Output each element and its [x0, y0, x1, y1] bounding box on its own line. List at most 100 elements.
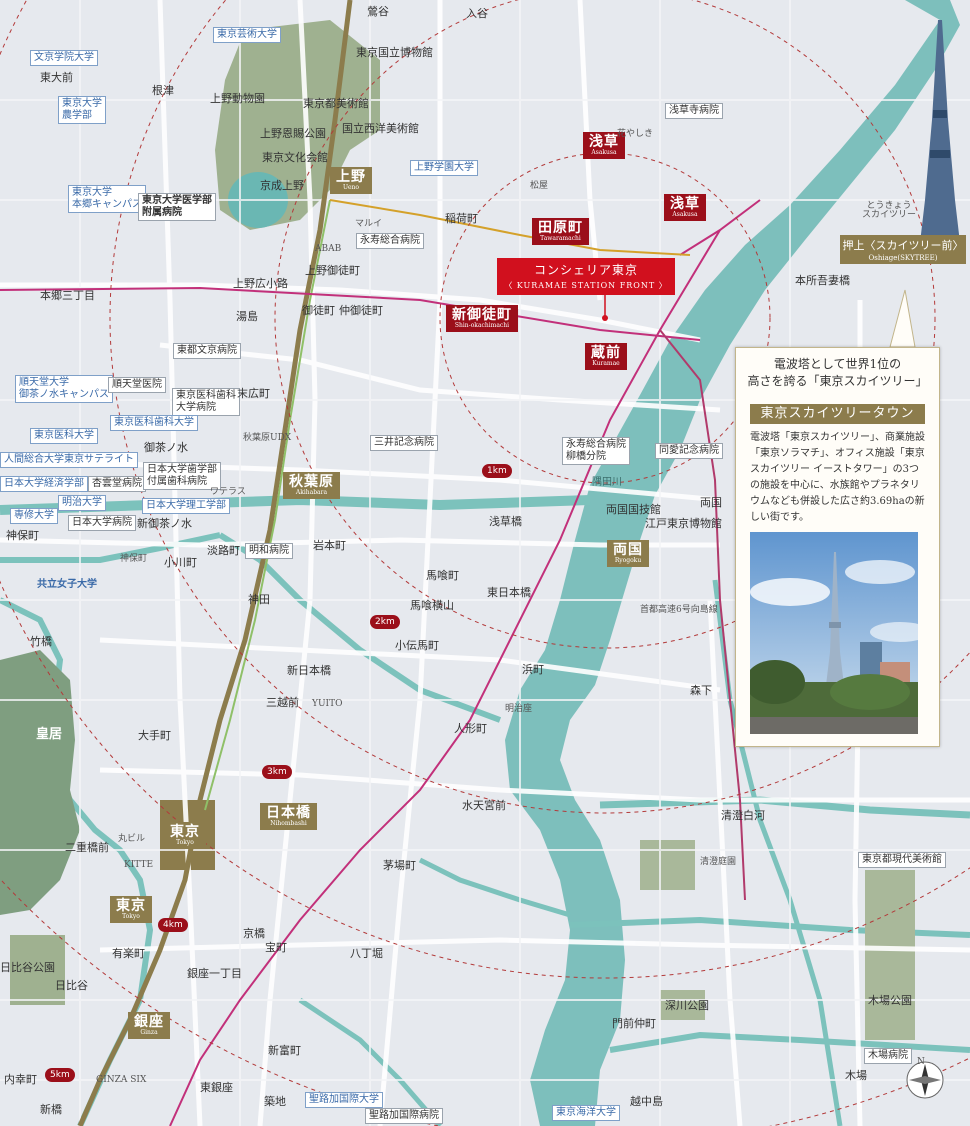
map-label: YUITO — [312, 699, 343, 709]
station-akihabara[interactable]: 秋葉原 Akihabara — [283, 472, 340, 499]
landmark-box[interactable]: 東京医科歯科大学 — [110, 415, 198, 431]
landmark-box[interactable]: 順天堂医院 — [108, 377, 166, 393]
panel-pointer — [889, 289, 916, 348]
station-ginza-jp: 銀座 — [134, 1014, 164, 1030]
landmark-box[interactable]: 上野学園大学 — [410, 160, 478, 176]
map-label: 両国国技館 — [606, 503, 661, 516]
map-label: 上野広小路 — [233, 277, 288, 290]
map-label: 浜町 — [522, 663, 544, 676]
map-label: 越中島 — [630, 1095, 663, 1108]
map-label: 日比谷公園 — [0, 961, 55, 974]
map-label: 門前仲町 — [612, 1017, 656, 1030]
landmark-box[interactable]: 東京大学 本郷キャンパス — [68, 185, 146, 213]
map-label: 御徒町 — [302, 304, 335, 317]
landmark-box[interactable]: 東都文京病院 — [173, 343, 241, 359]
station-ueno[interactable]: 上野 Ueno — [330, 167, 372, 194]
landmark-box[interactable]: 杏雲堂病院 — [88, 476, 146, 492]
landmark-box[interactable]: 聖路加国際大学 — [305, 1092, 383, 1108]
station-asakusa-1-jp: 浅草 — [589, 134, 619, 150]
map-label: 丸ビル — [118, 834, 146, 844]
map-label: 上野御徒町 — [305, 264, 360, 277]
landmark-box[interactable]: 明和病院 — [245, 543, 293, 559]
landmark-box[interactable]: 永寿総合病院 柳橋分院 — [562, 437, 630, 465]
landmark-box[interactable]: 東京大学医学部 附属病院 — [138, 193, 216, 221]
target-building-name: コンシェリア東京 — [533, 263, 638, 277]
station-asakusa-1-en: Asakusa — [591, 149, 617, 156]
station-ginza[interactable]: 銀座 Ginza — [128, 1012, 170, 1039]
station-asakusa-2-jp: 浅草 — [670, 196, 700, 212]
imperial-palace — [0, 650, 80, 915]
landmark-box[interactable]: 東京海洋大学 — [552, 1105, 620, 1121]
station-tokyo-2-en: Tokyo — [122, 913, 140, 920]
landmark-box[interactable]: 共立女子大学 — [34, 578, 100, 592]
landmark-box[interactable]: 永寿総合病院 — [356, 233, 424, 249]
station-ueno-en: Ueno — [342, 184, 360, 191]
skytree-photo — [750, 532, 918, 734]
station-nihombashi-en: Nihombashi — [270, 820, 307, 827]
landmark-box[interactable]: 浅草寺病院 — [665, 103, 723, 119]
map-label: 神保町 — [6, 529, 39, 542]
station-kuramae[interactable]: 蔵前 Kuramae — [585, 343, 627, 370]
map-label: 三越前 — [266, 696, 299, 709]
landmark-box[interactable]: 三井記念病院 — [370, 435, 438, 451]
map-label: 森下 — [690, 684, 712, 697]
landmark-box[interactable]: 日本大学理工学部 — [142, 498, 230, 514]
panel-body: 電波塔「東京スカイツリー」、商業施設「東京ソラマチ」、オフィス施設「東京スカイツ… — [750, 432, 925, 523]
map-label: 淡路町 — [207, 544, 240, 557]
compass-north-label: N — [917, 1057, 925, 1067]
map-label: 新日本橋 — [287, 664, 331, 677]
map-label: とうきょう スカイツリー — [862, 201, 917, 220]
station-nihombashi[interactable]: 日本橋 Nihombashi — [260, 803, 317, 830]
station-kuramae-jp: 蔵前 — [591, 345, 621, 361]
landmark-box[interactable]: 日本大学病院 — [68, 515, 136, 531]
map-label: 新御茶ノ水 — [137, 517, 192, 530]
map-label: 東京都美術館 — [303, 97, 369, 110]
station-asakusa-2[interactable]: 浅草 Asakusa — [664, 194, 706, 221]
landmark-box[interactable]: 日本大学経済学部 — [0, 476, 88, 492]
map-label: 本所吾妻橋 — [795, 274, 850, 287]
station-oshiage[interactable]: 押上〈スカイツリー前〉 Oshiage(SKYTREE) — [840, 235, 966, 264]
landmark-box[interactable]: 文京学院大学 — [30, 50, 98, 66]
station-tokyo-2[interactable]: 東京 Tokyo — [110, 896, 152, 923]
landmark-box[interactable]: 東京大学 農学部 — [58, 96, 106, 124]
station-ryogoku[interactable]: 両国 Ryogoku — [607, 540, 649, 567]
map-label: 東京文化会館 — [262, 151, 328, 164]
landmark-box[interactable]: 日本大学歯学部 付属歯科病院 — [143, 462, 221, 490]
landmark-box[interactable]: 人間総合大学東京サテライト — [0, 452, 138, 468]
map-label: 神保町 — [120, 554, 148, 564]
map-label: 茅場町 — [383, 859, 416, 872]
station-tokyo-2-jp: 東京 — [116, 898, 146, 914]
landmark-box[interactable]: 木場病院 — [864, 1048, 912, 1064]
map-label: 東京国立博物館 — [356, 46, 433, 59]
map-label: KITTE — [124, 860, 154, 870]
map-label: 人形町 — [454, 722, 487, 735]
map-label: 本郷三丁目 — [40, 289, 95, 302]
map-label: GINZA SIX — [96, 1075, 147, 1085]
map-label: 秋葉原UDX — [243, 433, 292, 443]
target-building-label[interactable]: コンシェリア東京 〈 KURAMAE STATION FRONT 〉 — [497, 258, 675, 295]
landmark-box[interactable]: 東京医科大学 — [30, 428, 98, 444]
map-label: 隅田川 — [592, 477, 622, 488]
landmark-box[interactable]: 東京芸術大学 — [213, 27, 281, 43]
landmark-box[interactable]: 聖路加国際病院 — [365, 1108, 443, 1124]
kiyosumi-garden — [640, 840, 695, 890]
landmark-box[interactable]: 同愛記念病院 — [655, 443, 723, 459]
landmark-box[interactable]: 専修大学 — [10, 508, 58, 524]
station-oshiage-en: Oshiage(SKYTREE) — [868, 254, 938, 262]
station-tawaramachi[interactable]: 田原町 Tawaramachi — [532, 218, 589, 245]
station-shin-okachimachi[interactable]: 新御徒町 Shin-okachimachi — [446, 305, 518, 332]
landmark-box[interactable]: 東京都現代美術館 — [858, 852, 946, 868]
panel-heading: 電波塔として世界1位の 高さを誇る「東京スカイツリー」 — [736, 356, 939, 390]
map-label: 花やしき — [617, 129, 654, 139]
map-label: 末広町 — [237, 387, 270, 400]
landmark-box[interactable]: 東京医科歯科 大学病院 — [172, 388, 240, 416]
map-label: 稲荷町 — [445, 212, 478, 225]
tokyo-area-map[interactable]: 上野 Ueno 浅草 Asakusa 浅草 Asakusa 田原町 Tawaramach… — [0, 0, 970, 1126]
map-label: 明治座 — [505, 704, 533, 714]
map-label: 小伝馬町 — [395, 639, 439, 652]
station-tokyo-1[interactable]: 東京 Tokyo — [164, 822, 206, 849]
map-label: 東銀座 — [200, 1081, 233, 1094]
landmark-box[interactable]: 明治大学 — [58, 495, 106, 511]
landmark-box[interactable]: 順天堂大学 御茶ノ水キャンパス — [15, 375, 113, 403]
station-nihombashi-jp: 日本橋 — [266, 805, 311, 821]
